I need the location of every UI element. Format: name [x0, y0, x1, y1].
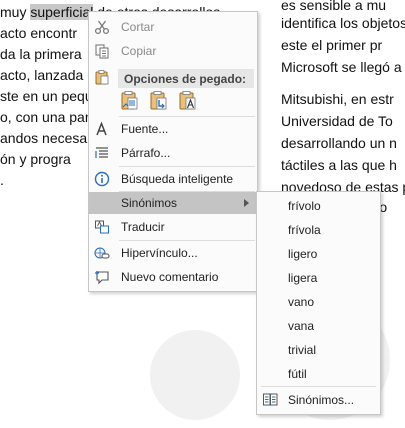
- info-icon: [94, 171, 110, 187]
- text-run: .: [0, 172, 4, 188]
- text-run: ste en un pequ: [0, 88, 93, 104]
- synonym-item[interactable]: fútil: [257, 362, 380, 386]
- synonym-label: vano: [288, 295, 315, 309]
- document-text-line: o, con una pan: [0, 109, 93, 126]
- synonym-item[interactable]: trivial: [257, 338, 380, 362]
- menu-item-label: Sinónimos: [121, 196, 178, 210]
- document-text-line: ste en un pequ: [0, 88, 93, 105]
- menu-item-new-comment[interactable]: Nuevo comentario: [89, 266, 257, 288]
- menu-item-label: Hipervínculo...: [121, 246, 198, 260]
- menu-item-translate[interactable]: Traducir: [89, 216, 257, 238]
- menu-item-label: Fuente...: [121, 122, 169, 136]
- menu-separator: [119, 240, 255, 241]
- document-text-line: identifica los objetos: [281, 15, 405, 31]
- submenu-separator: [261, 386, 376, 387]
- paste-options-label: Opciones de pegado:: [124, 72, 247, 86]
- document-text-line: táctiles a las que h: [281, 157, 397, 173]
- document-text-line: .: [0, 172, 4, 189]
- menu-item-label: Párrafo...: [121, 146, 171, 160]
- paste-merge-formatting-button[interactable]: [149, 90, 169, 112]
- menu-item-copy[interactable]: Copiar: [89, 40, 257, 62]
- scissors-icon: [94, 20, 110, 35]
- menu-separator: [119, 116, 255, 117]
- chevron-right-icon: [244, 199, 249, 207]
- menu-item-label: Traducir: [121, 220, 165, 234]
- synonym-label: vana: [288, 319, 315, 333]
- clipboard-icon: [95, 70, 109, 85]
- synonym-label: ligera: [288, 271, 318, 285]
- synonyms-submenu: frívolo frívola ligero ligera vano vana trivia…: [256, 191, 381, 415]
- text-run: andos necesa: [0, 130, 88, 146]
- paste-keep-formatting-icon: [121, 91, 138, 110]
- paste-options-header: Opciones de pegado:: [118, 69, 254, 88]
- text-run: o, con una pan: [0, 109, 93, 125]
- menu-item-hyperlink[interactable]: Hipervínculo...: [89, 242, 257, 264]
- synonym-label: ligero: [288, 247, 318, 261]
- text-run: acto encontr: [0, 25, 78, 41]
- document-text-line: acto encontr: [0, 25, 77, 42]
- menu-item-synonyms[interactable]: Sinónimos: [89, 192, 257, 214]
- synonym-label: trivial: [288, 343, 317, 357]
- menu-item-font[interactable]: Fuente...: [89, 118, 257, 140]
- paste-keep-formatting-button[interactable]: [120, 90, 140, 112]
- copy-icon: [95, 44, 109, 59]
- font-icon: [96, 121, 107, 136]
- document-text-line: este el primer pr: [281, 37, 383, 53]
- synonym-item[interactable]: vana: [257, 314, 380, 338]
- text-run: ón y progra: [0, 151, 71, 167]
- document-text-line: acto, lanzada: [0, 67, 83, 84]
- synonym-item[interactable]: ligero: [257, 242, 380, 266]
- menu-separator: [119, 166, 255, 167]
- synonym-label: frívola: [288, 223, 321, 237]
- synonym-item[interactable]: frívola: [257, 218, 380, 242]
- synonym-item[interactable]: ligera: [257, 266, 380, 290]
- menu-item-cut[interactable]: Cortar: [89, 16, 257, 38]
- document-text-line: es sensible a mu: [281, 0, 387, 13]
- menu-item-label: Copiar: [121, 44, 157, 58]
- document-text-line: Microsoft se llegó a c: [281, 59, 405, 75]
- paste-keep-text-only-button[interactable]: [178, 90, 198, 112]
- paragraph-icon: [95, 147, 108, 158]
- thesaurus-label: Sinónimos...: [288, 393, 355, 407]
- menu-item-smart-lookup[interactable]: Búsqueda inteligente: [89, 168, 257, 190]
- document-text-line: desarrollando un n: [281, 135, 397, 151]
- document-text-line: Universidad de To: [281, 113, 393, 129]
- document-text-line: Mitsubishi, en estr: [281, 91, 394, 107]
- menu-item-label: Búsqueda inteligente: [121, 172, 234, 186]
- hyperlink-icon: [94, 247, 110, 259]
- new-comment-icon: [95, 271, 109, 285]
- paste-keep-text-only-icon: [179, 91, 196, 110]
- synonym-label: frívolo: [288, 199, 321, 213]
- document-text-line: da la primera: [0, 46, 82, 63]
- paste-merge-formatting-icon: [150, 91, 167, 110]
- synonym-item[interactable]: frívolo: [257, 194, 380, 218]
- thesaurus-item[interactable]: Sinónimos...: [257, 388, 380, 412]
- document-text-line: ón y progra: [0, 151, 71, 168]
- text-run: muy: [0, 4, 31, 20]
- menu-item-paragraph[interactable]: Párrafo...: [89, 142, 257, 164]
- context-menu: Cortar Copiar Opciones de pegado: Fuente…: [88, 11, 258, 292]
- menu-item-label: Cortar: [121, 20, 155, 34]
- text-run: acto, lanzada: [0, 67, 84, 83]
- document-text-line: andos necesa: [0, 130, 87, 147]
- synonym-label: fútil: [288, 367, 307, 381]
- watermark-shape: [150, 330, 240, 420]
- menu-item-label: Nuevo comentario: [121, 270, 219, 284]
- translate-icon: [95, 220, 109, 234]
- synonym-item[interactable]: vano: [257, 290, 380, 314]
- text-run: da la primera: [0, 46, 82, 62]
- thesaurus-book-icon: [263, 393, 278, 406]
- selected-word[interactable]: superficial: [30, 4, 94, 20]
